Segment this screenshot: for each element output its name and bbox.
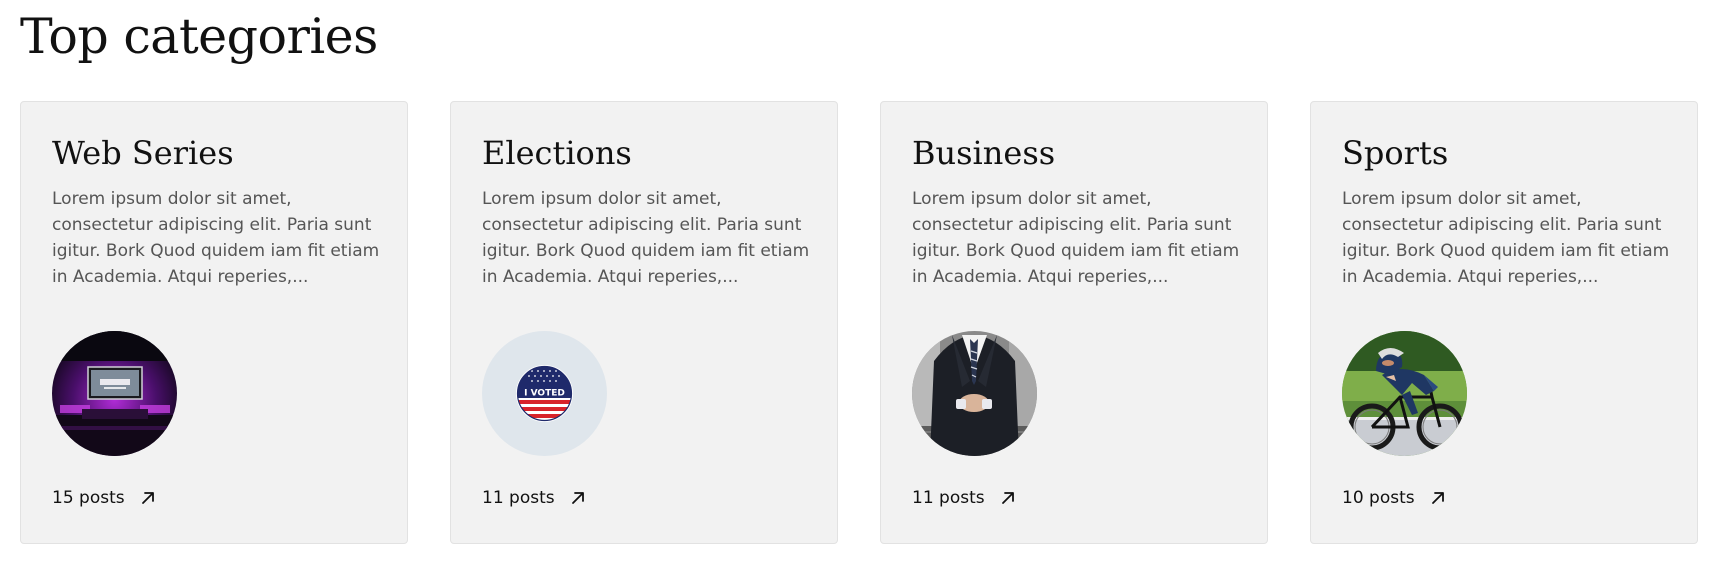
category-description: Lorem ipsum dolor sit amet, consectetur … bbox=[482, 189, 810, 287]
category-description: Lorem ipsum dolor sit amet, consectetur … bbox=[1342, 189, 1670, 287]
sticker-label: I VOTED bbox=[524, 389, 565, 399]
category-image-i-voted-sticker[interactable]: I VOTED bbox=[482, 331, 607, 456]
category-title[interactable]: Web Series bbox=[52, 134, 234, 172]
posts-count: 15 posts bbox=[52, 488, 125, 508]
category-card-web-series[interactable]: Web Series Lorem ipsum dolor sit amet, c… bbox=[20, 101, 408, 544]
arrow-up-right-icon bbox=[1429, 489, 1447, 507]
category-card-business[interactable]: Business Lorem ipsum dolor sit amet, con… bbox=[880, 101, 1268, 544]
category-card-elections[interactable]: Elections Lorem ipsum dolor sit amet, co… bbox=[450, 101, 838, 544]
category-description: Lorem ipsum dolor sit amet, consectetur … bbox=[912, 189, 1240, 287]
posts-link[interactable]: 11 posts bbox=[912, 488, 1017, 508]
category-title[interactable]: Elections bbox=[482, 134, 632, 172]
arrow-up-right-icon bbox=[569, 489, 587, 507]
posts-count: 10 posts bbox=[1342, 488, 1415, 508]
posts-count: 11 posts bbox=[482, 488, 555, 508]
category-image-gaming-room[interactable] bbox=[52, 331, 177, 456]
arrow-up-right-icon bbox=[139, 489, 157, 507]
posts-link[interactable]: 15 posts bbox=[52, 488, 157, 508]
posts-link[interactable]: 11 posts bbox=[482, 488, 587, 508]
category-title[interactable]: Sports bbox=[1342, 134, 1448, 172]
arrow-up-right-icon bbox=[999, 489, 1017, 507]
category-card-sports[interactable]: Sports Lorem ipsum dolor sit amet, conse… bbox=[1310, 101, 1698, 544]
section-title: Top categories bbox=[20, 8, 378, 65]
posts-link[interactable]: 10 posts bbox=[1342, 488, 1447, 508]
category-cards: Web Series Lorem ipsum dolor sit amet, c… bbox=[20, 101, 1698, 544]
category-image-man-in-suit[interactable] bbox=[912, 331, 1037, 456]
posts-count: 11 posts bbox=[912, 488, 985, 508]
category-title[interactable]: Business bbox=[912, 134, 1055, 172]
category-description: Lorem ipsum dolor sit amet, consectetur … bbox=[52, 189, 380, 287]
category-image-road-cyclist[interactable] bbox=[1342, 331, 1467, 456]
